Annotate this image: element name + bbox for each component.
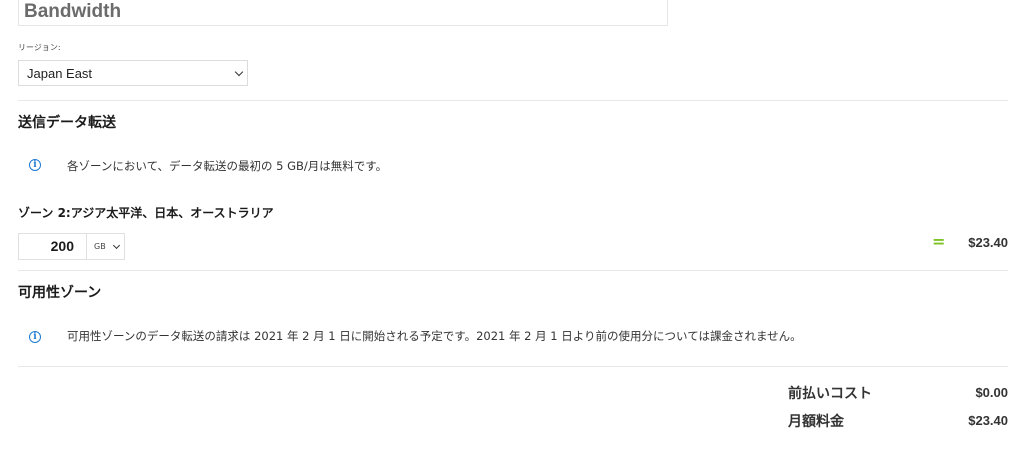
- upfront-cost-value: $0.00: [975, 385, 1008, 400]
- unit-select-value: GB: [94, 242, 106, 251]
- monthly-cost-label: 月額料金: [788, 414, 844, 430]
- divider: [18, 100, 1008, 101]
- chevron-down-icon: [234, 67, 244, 77]
- outbound-heading: 送信データ転送: [18, 115, 116, 131]
- divider: [18, 270, 1008, 271]
- outbound-info-text: 各ゾーンにおいて、データ転送の最初の 5 GB/月は無料です。: [67, 159, 388, 173]
- monthly-cost-value: $23.40: [968, 413, 1008, 428]
- availability-info-text: 可用性ゾーンのデータ転送の請求は 2021 年 2 月 1 日に開始される予定で…: [67, 329, 802, 343]
- info-icon: i: [29, 331, 41, 343]
- unit-select[interactable]: GB: [86, 233, 125, 260]
- equals-sign: =: [932, 232, 946, 251]
- outbound-price: $23.40: [968, 235, 1008, 250]
- chevron-down-icon: [112, 241, 121, 250]
- availability-heading: 可用性ゾーン: [18, 285, 102, 301]
- quantity-input[interactable]: 200: [18, 233, 86, 260]
- upfront-cost-label: 前払いコスト: [788, 386, 872, 402]
- zone-label: ゾーン 2:アジア太平洋、日本、オーストラリア: [18, 206, 274, 220]
- page-title: Bandwidth: [24, 1, 122, 22]
- info-icon: i: [29, 159, 41, 171]
- region-select[interactable]: Japan East: [18, 60, 248, 86]
- divider: [18, 366, 1008, 367]
- region-select-value: Japan East: [27, 66, 93, 81]
- region-label: リージョン:: [18, 43, 61, 52]
